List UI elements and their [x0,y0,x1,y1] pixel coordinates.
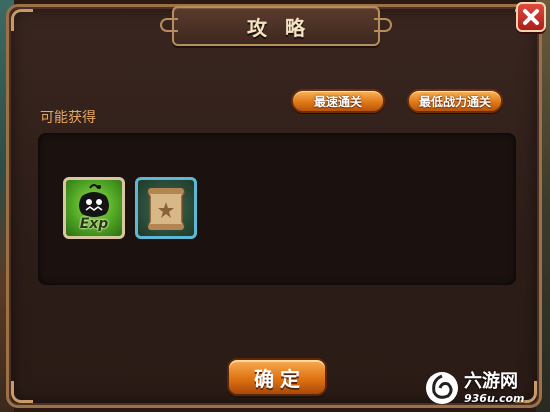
dialog-title: 攻略 [247,15,323,40]
fastest-clear-button[interactable]: 最速通关 [291,89,385,113]
site-watermark: 六游网 936u.com [424,368,544,408]
frame-corner-ornament [11,381,33,403]
possible-rewards-label: 可能获得 [40,110,96,126]
exp-label: Exp [79,216,109,232]
reward-list: Exp [38,133,516,285]
dialog-title-plate: 攻略 [160,6,392,46]
watermark-url: 936u.com [464,391,525,405]
close-button[interactable] [516,2,546,32]
close-icon [523,9,539,25]
watermark-title: 六游网 [464,370,518,392]
watermark-logo-icon [426,372,458,404]
reward-item-exp[interactable]: Exp [63,177,125,239]
lowest-power-clear-button[interactable]: 最低战力通关 [407,89,503,113]
frame-corner-ornament [11,9,33,31]
reward-item-scroll[interactable] [135,177,197,239]
confirm-button[interactable]: 确定 [227,358,327,396]
scroll-icon [147,188,185,230]
